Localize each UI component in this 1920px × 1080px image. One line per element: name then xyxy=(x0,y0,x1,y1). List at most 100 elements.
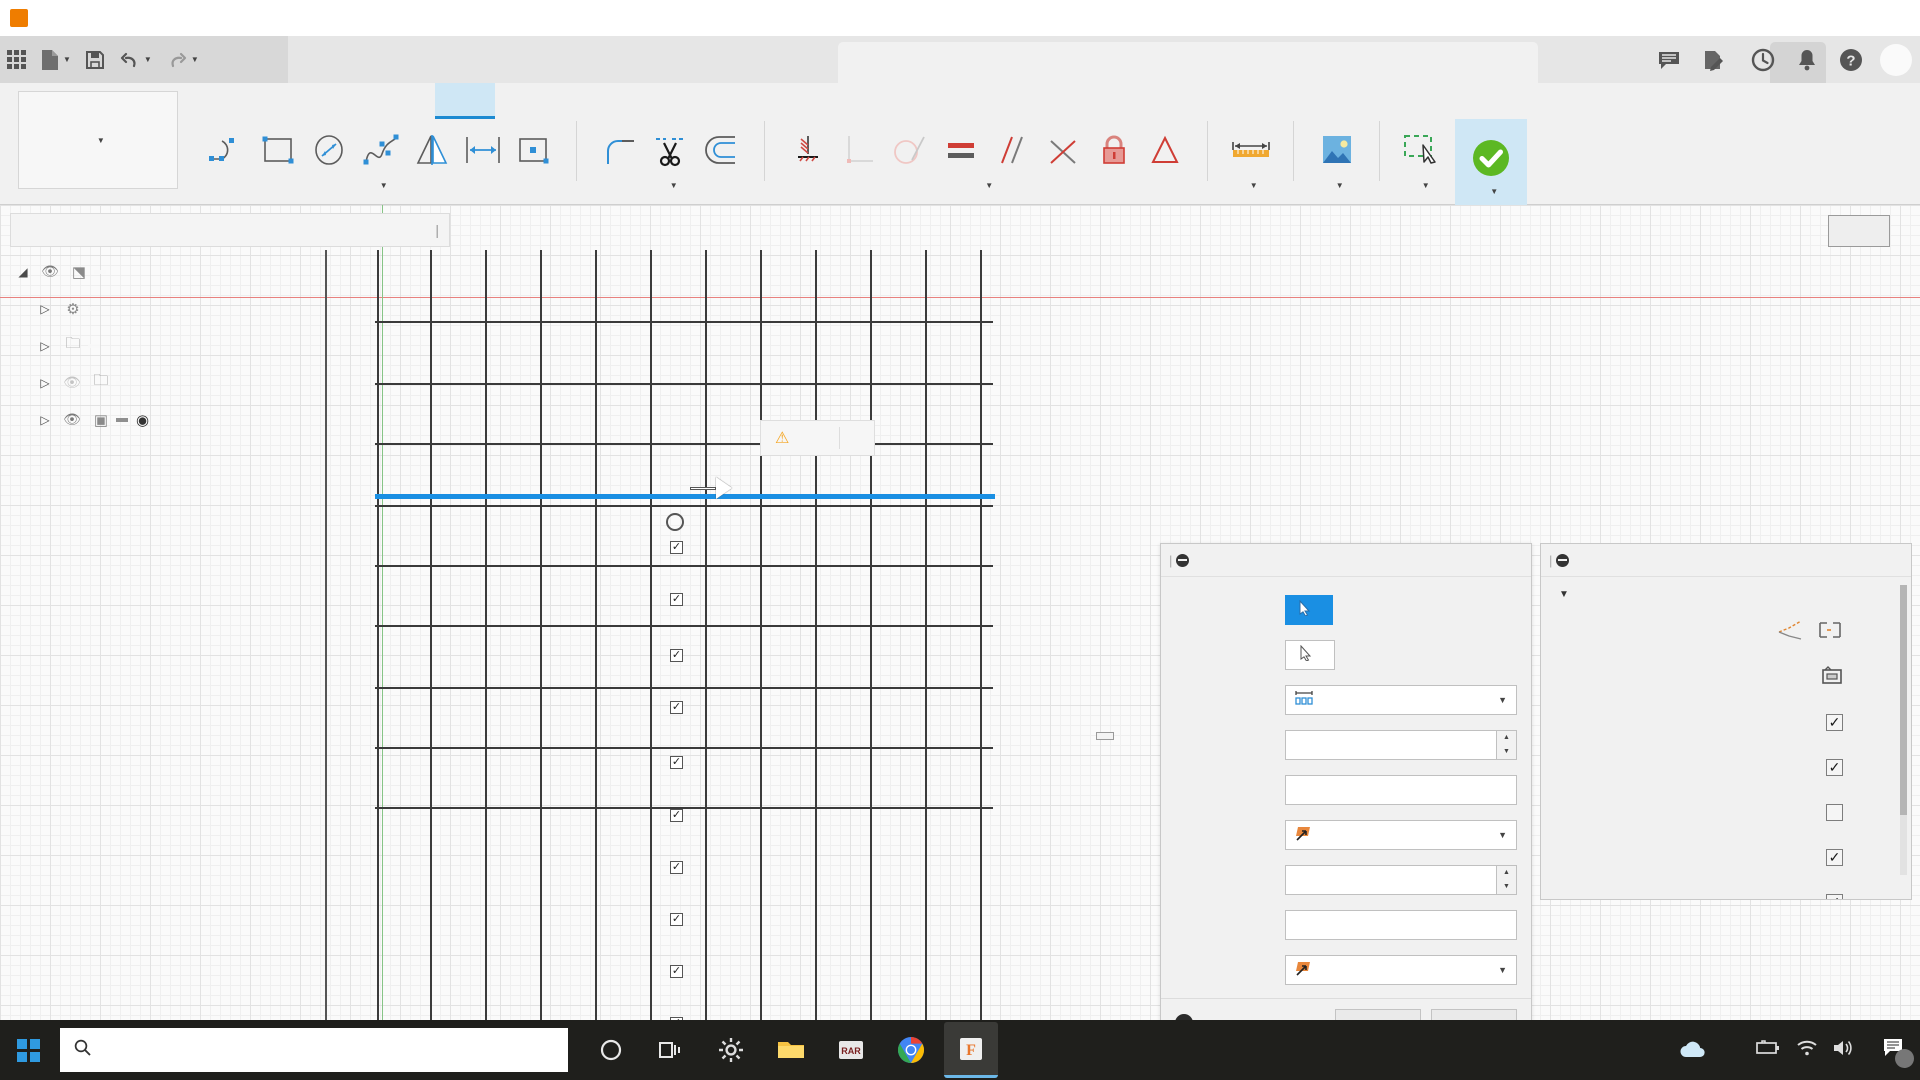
expand-triangle-icon[interactable]: ▷ xyxy=(32,376,58,390)
tab-sketch[interactable] xyxy=(435,83,495,119)
display-constraints-tool[interactable] xyxy=(1140,126,1189,175)
distance1-input[interactable] xyxy=(1285,775,1517,805)
stepper-down-icon[interactable]: ▼ xyxy=(1497,745,1516,759)
collinear-constraint-tool[interactable] xyxy=(1038,126,1087,175)
dialog-header[interactable]: | xyxy=(1161,544,1531,577)
sketch-canvas[interactable]: ✓ ✓ ✓ ✓ ✓ ✓ ✓ ✓ ✓ ✓ | ◢ 👁 xyxy=(0,205,1920,1020)
save-button[interactable] xyxy=(78,36,112,83)
tree-item-origin[interactable]: ▷ 👁 🗀 xyxy=(10,364,450,401)
wifi-icon[interactable] xyxy=(1796,1039,1818,1061)
battery-icon[interactable] xyxy=(1756,1040,1782,1060)
equal-constraint-tool[interactable] xyxy=(936,126,985,175)
options-section-header[interactable]: ▼ xyxy=(1541,585,1911,610)
expand-triangle-icon[interactable]: ▷ xyxy=(32,413,58,427)
direction-type2-dropdown[interactable]: ▼ xyxy=(1285,955,1517,985)
show-profile-checkbox[interactable]: ✓ xyxy=(1826,849,1843,866)
comment-button[interactable] xyxy=(1649,40,1689,80)
direction-type1-dropdown[interactable]: ▼ xyxy=(1285,820,1517,850)
panel-modify-label[interactable]: ▼ xyxy=(663,181,678,190)
show-points-checkbox[interactable]: ✓ xyxy=(1826,894,1843,899)
chrome-button[interactable] xyxy=(884,1022,938,1078)
settings-button[interactable] xyxy=(704,1022,758,1078)
finish-sketch-ribbon-button[interactable]: ▼ xyxy=(1455,119,1527,205)
recent-activity-button[interactable] xyxy=(1742,40,1784,80)
quantity2-input[interactable] xyxy=(1285,865,1497,895)
workspace-switcher-button[interactable]: ▼ xyxy=(18,91,178,189)
taskbar-search[interactable] xyxy=(60,1028,568,1072)
show-data-panel-button[interactable] xyxy=(0,36,33,83)
mirror-tool[interactable] xyxy=(407,126,456,175)
panel-create-label[interactable]: ▼ xyxy=(373,181,388,190)
select-tool[interactable] xyxy=(1398,126,1447,175)
perpendicular-constraint-tool[interactable] xyxy=(834,126,883,175)
spline-tool[interactable] xyxy=(356,126,405,175)
view-cube-top-face[interactable] xyxy=(1828,215,1890,247)
volume-icon[interactable] xyxy=(1832,1039,1854,1061)
visibility-off-icon[interactable]: 👁 xyxy=(58,374,86,391)
distance-type-dropdown[interactable]: ▼ xyxy=(1285,685,1517,715)
lock-constraint-tool[interactable] xyxy=(1089,126,1138,175)
cortana-button[interactable] xyxy=(584,1022,638,1078)
minimize-button[interactable] xyxy=(1752,0,1808,36)
visibility-eye-icon[interactable]: 👁 xyxy=(58,411,86,428)
weather-widget[interactable] xyxy=(1678,1039,1728,1061)
new-file-button[interactable]: ▼ xyxy=(33,36,78,83)
stepper-up-icon[interactable]: ▲ xyxy=(1497,731,1516,745)
objects-select-button[interactable] xyxy=(1285,595,1333,625)
avatar[interactable] xyxy=(1880,44,1912,76)
start-button[interactable] xyxy=(0,1020,56,1080)
panel-insert-label[interactable]: ▼ xyxy=(1329,181,1344,190)
drag-grip[interactable]: | xyxy=(1549,553,1552,568)
notifications-button[interactable] xyxy=(1788,40,1826,80)
directions-select-button[interactable] xyxy=(1285,640,1335,670)
sketch-grid-checkbox[interactable]: ✓ xyxy=(1826,714,1843,731)
pattern-origin-handle[interactable] xyxy=(666,513,684,531)
distance2-input[interactable] xyxy=(1285,910,1517,940)
stepper-up-icon[interactable]: ▲ xyxy=(1497,866,1516,880)
collapse-palette-icon[interactable] xyxy=(1556,554,1569,567)
jobs-status-button[interactable] xyxy=(1693,40,1738,80)
panel-select-label[interactable]: ▼ xyxy=(1415,181,1430,190)
line-tool[interactable] xyxy=(203,126,252,175)
collapse-dialog-icon[interactable] xyxy=(1176,554,1189,567)
file-explorer-button[interactable] xyxy=(764,1022,818,1078)
quantity1-stepper[interactable]: ▲▼ xyxy=(1497,730,1517,760)
tree-item-document-settings[interactable]: ▷ ⚙ xyxy=(10,290,450,327)
help-button[interactable]: ? xyxy=(1830,40,1872,80)
snap-checkbox[interactable]: ✓ xyxy=(1826,759,1843,776)
stepper-down-icon[interactable]: ▼ xyxy=(1497,880,1516,894)
tree-item-named-views[interactable]: ▷ 🗀 xyxy=(10,327,450,364)
offset-tool[interactable] xyxy=(697,126,746,175)
tangent-constraint-tool[interactable] xyxy=(885,126,934,175)
palette-scrollbar-thumb[interactable] xyxy=(1900,585,1907,815)
look-at-icon[interactable] xyxy=(1821,665,1843,690)
close-button[interactable] xyxy=(1864,0,1920,36)
measure-tool[interactable] xyxy=(1226,126,1275,175)
fillet-tool[interactable] xyxy=(595,126,644,175)
notifications-button[interactable] xyxy=(1882,1037,1908,1063)
slice-checkbox[interactable] xyxy=(1826,804,1843,821)
rectangular-pattern-tool[interactable] xyxy=(458,126,507,175)
point-tool[interactable] xyxy=(509,126,558,175)
palette-header[interactable]: | xyxy=(1541,544,1911,577)
pattern-direction-arrow-right[interactable] xyxy=(690,477,732,499)
quantity1-input[interactable] xyxy=(1285,730,1497,760)
tab-sheet-metal[interactable] xyxy=(315,83,375,119)
fusion360-button[interactable]: F xyxy=(944,1022,998,1078)
cancel-button[interactable] xyxy=(1431,1009,1517,1021)
tab-surface[interactable] xyxy=(255,83,315,119)
centerline-icon[interactable] xyxy=(1817,619,1843,646)
tab-tools[interactable] xyxy=(375,83,435,119)
trim-tool[interactable] xyxy=(646,126,695,175)
activate-component-icon[interactable]: ◉ xyxy=(136,411,149,429)
resize-grip[interactable]: | xyxy=(435,222,439,238)
fix-constraint-tool[interactable] xyxy=(783,126,832,175)
undo-button[interactable]: ▼ xyxy=(112,36,159,83)
tree-item-unsaved[interactable]: ◢ 👁 ⬔ xyxy=(10,253,450,290)
expand-triangle-icon[interactable]: ▷ xyxy=(32,302,58,316)
view-cube[interactable] xyxy=(1828,215,1890,261)
visibility-eye-icon[interactable]: 👁 xyxy=(36,263,64,280)
document-tab[interactable] xyxy=(838,42,1538,83)
redo-button[interactable]: ▼ xyxy=(159,36,206,83)
insert-image-tool[interactable] xyxy=(1312,126,1361,175)
